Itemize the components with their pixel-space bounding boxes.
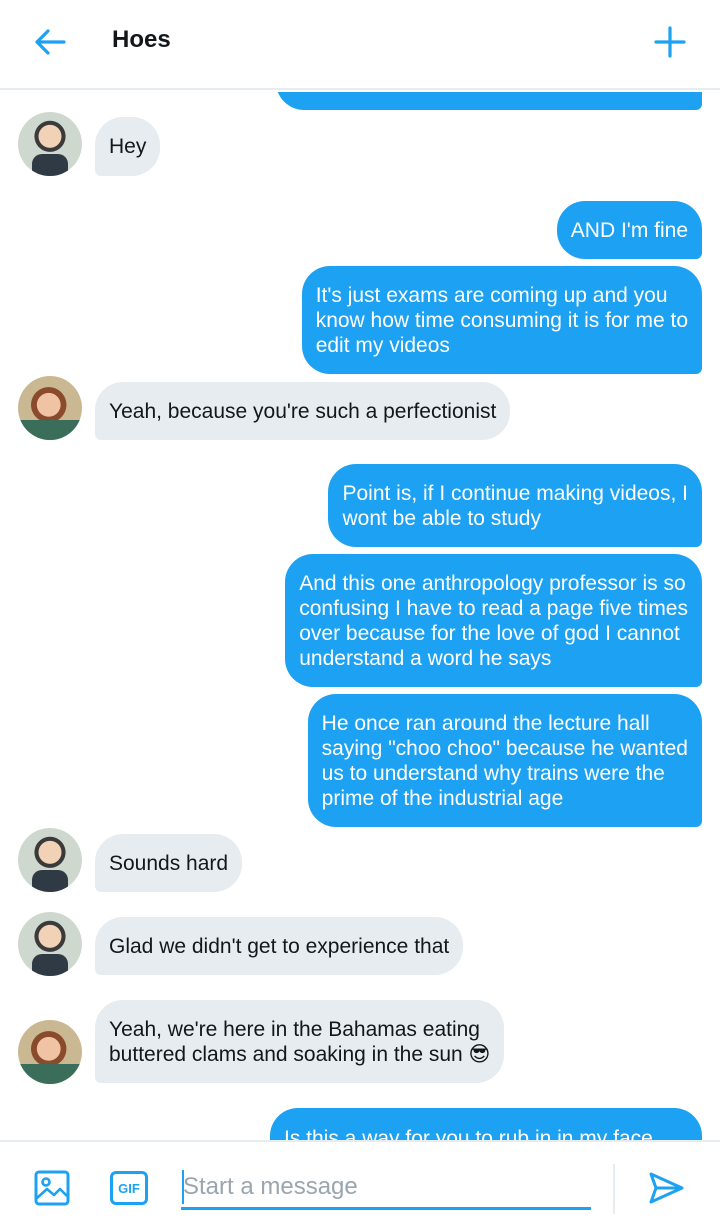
message-text: saying "choo choo" because he wanted (321, 736, 688, 760)
message-text: know how time consuming it is for me to (315, 308, 688, 332)
message-text: Sounds hard (109, 851, 229, 875)
message-text: And this one anthropology professor is s… (299, 571, 686, 595)
message-bubble-incoming: Glad we didn't get to experience that (95, 917, 464, 975)
message-composer: GIF (0, 1140, 720, 1232)
message-text: Glad we didn't get to experience that (109, 934, 450, 958)
message-text: He once ran around the lecture hall (321, 711, 650, 735)
add-photo-button[interactable] (30, 1166, 74, 1210)
message-text: us to understand why trains were the (321, 761, 665, 785)
message-bubble-incoming: Sounds hard (95, 834, 243, 892)
message-bubble-outgoing: It's just exams are coming up and you kn… (301, 266, 702, 374)
message-text: prime of the industrial age (321, 786, 564, 810)
image-icon (34, 1170, 70, 1206)
message-text: over because for the love of god I canno… (299, 621, 680, 645)
message-text: It's just exams are coming up and you (315, 283, 668, 307)
message-bubble-incoming: Yeah, because you're such a perfectionis… (95, 382, 511, 440)
message-bubble-outgoing-partial (276, 92, 702, 110)
message-bubble-outgoing: He once ran around the lecture hall sayi… (307, 694, 702, 827)
message-text: Yeah, we're here in the Bahamas eating (109, 1017, 480, 1041)
gif-icon: GIF (110, 1171, 148, 1205)
message-text: edit my videos (315, 333, 450, 357)
message-text: buttered clams and soaking in the sun 😎 (109, 1042, 491, 1066)
message-bubble-outgoing: Point is, if I continue making videos, I… (328, 464, 702, 547)
plus-icon (654, 26, 686, 58)
message-text: Yeah, because you're such a perfectionis… (109, 399, 497, 423)
message-text: wont be able to study (342, 506, 541, 530)
message-bubble-incoming: Yeah, we're here in the Bahamas eating b… (95, 1000, 505, 1083)
message-text: understand a word he says (299, 646, 552, 670)
message-input[interactable] (181, 1166, 591, 1210)
conversation-header: Hoes (0, 0, 720, 90)
message-bubble-outgoing: And this one anthropology professor is s… (285, 554, 702, 687)
send-icon (649, 1172, 684, 1204)
avatar[interactable] (18, 376, 82, 440)
message-list[interactable]: Hey AND I'm fine It's just exams are com… (0, 92, 720, 1140)
message-text: AND I'm fine (570, 218, 688, 242)
avatar[interactable] (18, 828, 82, 892)
message-bubble-outgoing: AND I'm fine (556, 201, 702, 259)
back-button[interactable] (26, 18, 74, 66)
message-text: confusing I have to read a page five tim… (299, 596, 688, 620)
message-text: Is this a way for you to rub in in my fa… (284, 1127, 653, 1140)
message-bubble-incoming: Hey (95, 117, 161, 176)
avatar[interactable] (18, 112, 82, 176)
avatar[interactable] (18, 1020, 82, 1084)
arrow-left-icon (35, 29, 66, 55)
message-text: Point is, if I continue making videos, I (342, 481, 688, 505)
add-gif-button[interactable]: GIF (107, 1166, 151, 1210)
text-cursor (182, 1170, 184, 1204)
add-button[interactable] (646, 18, 694, 66)
conversation-title[interactable]: Hoes (112, 26, 171, 54)
message-bubble-outgoing: Is this a way for you to rub in in my fa… (270, 1108, 702, 1140)
message-text: Hey (109, 135, 147, 158)
composer-divider (613, 1164, 615, 1214)
send-button[interactable] (644, 1166, 688, 1210)
avatar[interactable] (18, 912, 82, 976)
